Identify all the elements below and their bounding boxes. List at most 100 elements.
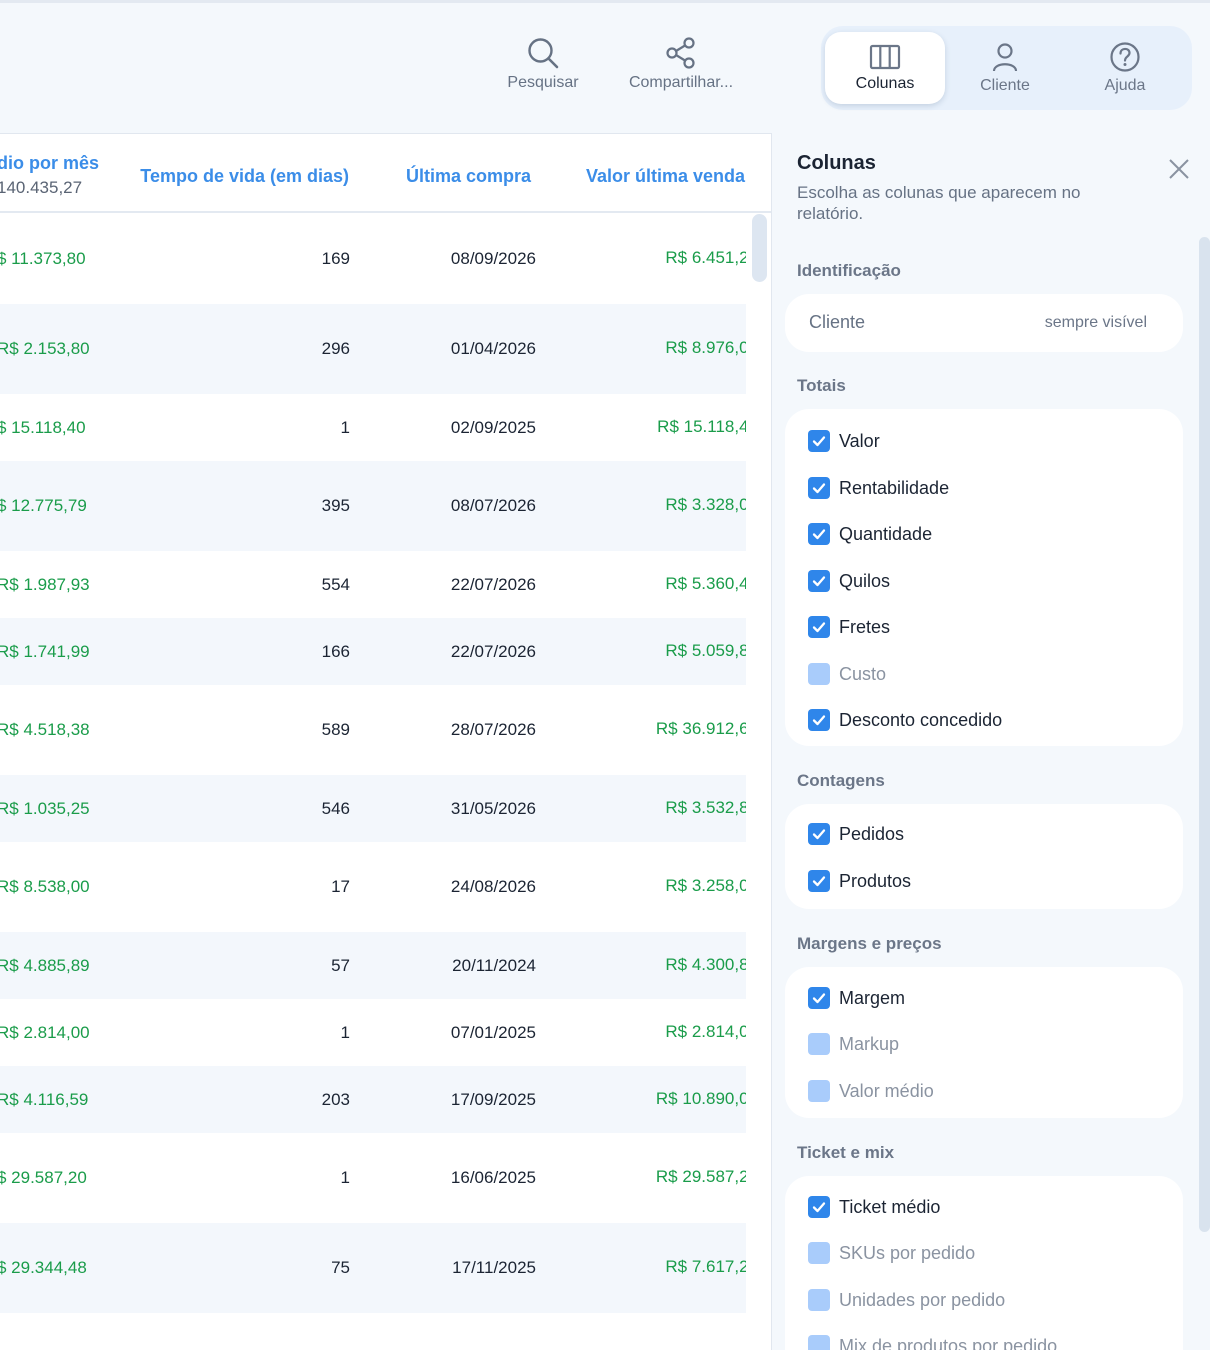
- column-option-label: Mix de produtos por pedido: [839, 1335, 1058, 1350]
- cell-last-sale-value: R$ 36.912,60: [0, 719, 746, 741]
- cell-last-sale-value: R$ 5.360,40: [0, 574, 746, 596]
- checkbox[interactable]: [808, 570, 830, 592]
- close-icon: [1169, 159, 1189, 179]
- search-label: Pesquisar: [507, 74, 579, 91]
- column-option[interactable]: Valor: [808, 429, 880, 453]
- table-row[interactable]: R$ 2.814,00107/01/2025R$ 2.814,00: [0, 999, 746, 1066]
- checkbox[interactable]: [808, 663, 830, 685]
- table-row[interactable]: R$ 1.035,2554631/05/2026R$ 3.532,80: [0, 775, 746, 842]
- panel-scrollbar[interactable]: [1199, 237, 1210, 1232]
- column-option[interactable]: Custo: [808, 662, 886, 686]
- table-row[interactable]: R$ 1.741,9916622/07/2026R$ 5.059,80: [0, 618, 746, 685]
- column-option-label: Fretes: [839, 616, 891, 637]
- table-body: $ 11.373,8016908/09/2026R$ 6.451,20R$ 2.…: [0, 214, 746, 1350]
- column-option[interactable]: Markup: [808, 1032, 899, 1056]
- table-scrollbar[interactable]: [752, 214, 767, 1350]
- column-option[interactable]: Unidades por pedido: [808, 1288, 1005, 1312]
- cell-last-sale-value: R$ 6.451,20: [0, 248, 746, 270]
- cell-last-sale-value: R$ 5.059,80: [0, 641, 746, 663]
- table-row[interactable]: [0, 1313, 746, 1350]
- section-label-ticket: Ticket e mix: [797, 1143, 895, 1162]
- view-help-label: Ajuda: [1104, 77, 1146, 94]
- table-row[interactable]: R$ 2.153,8029601/04/2026R$ 8.976,00: [0, 304, 746, 394]
- column-option-label: Custo: [839, 663, 887, 684]
- checkbox[interactable]: [808, 709, 830, 731]
- cell-last-sale-value-text: R$ 7.617,20: [665, 1257, 746, 1276]
- column-option[interactable]: Valor médio: [808, 1079, 934, 1103]
- share-button[interactable]: Compartilhar...: [620, 36, 742, 92]
- table-scrollbar-thumb[interactable]: [752, 214, 767, 282]
- checkbox[interactable]: [808, 1335, 830, 1350]
- table-row[interactable]: $ 15.118,40102/09/2025R$ 15.118,40: [0, 394, 746, 461]
- cell-last-sale-value: R$ 8.976,00: [0, 338, 746, 360]
- cell-last-sale-value: R$ 10.890,00: [0, 1089, 746, 1111]
- checkbox[interactable]: [808, 1033, 830, 1055]
- table-row[interactable]: $ 11.373,8016908/09/2026R$ 6.451,20: [0, 214, 746, 304]
- cell-last-sale-value-text: R$ 36.912,60: [655, 719, 746, 738]
- view-columns-button[interactable]: Colunas: [825, 32, 945, 104]
- column-option[interactable]: Desconto concedido: [808, 708, 1002, 732]
- cell-last-sale-value-text: R$ 5.059,80: [665, 640, 746, 660]
- table-row[interactable]: $ 29.344,487517/11/2025R$ 7.617,20: [0, 1223, 746, 1313]
- margens-card: Margem Markup Valor médio: [785, 967, 1183, 1118]
- cell-last-sale-value: R$ 3.328,00: [0, 495, 746, 517]
- checkbox[interactable]: [808, 1196, 830, 1218]
- column-option[interactable]: SKUs por pedido: [808, 1241, 975, 1265]
- cell-last-sale-value: R$ 29.587,20: [0, 1167, 746, 1189]
- checkbox[interactable]: [808, 616, 830, 638]
- column-option[interactable]: Pedidos: [808, 822, 904, 846]
- checkbox[interactable]: [808, 1080, 830, 1102]
- table-row[interactable]: R$ 4.116,5920317/09/2025R$ 10.890,00: [0, 1066, 746, 1133]
- view-client-label: Cliente: [980, 77, 1030, 94]
- totais-card: Valor Rentabilidade Quantidade Quilos Fretes…: [785, 409, 1183, 746]
- column-option[interactable]: Quilos: [808, 569, 890, 593]
- section-label-margens: Margens e preços: [797, 934, 942, 953]
- table-row[interactable]: R$ 1.987,9355422/07/2026R$ 5.360,40: [0, 551, 746, 618]
- view-columns-label: Colunas: [855, 75, 915, 92]
- always-visible-note: sempre visível: [1044, 314, 1147, 331]
- column-option-label: Rentabilidade: [839, 477, 950, 498]
- checkbox[interactable]: [808, 870, 830, 892]
- checkbox[interactable]: [808, 477, 830, 499]
- fixed-column-client: Cliente: [809, 312, 866, 332]
- section-label-identificacao: Identificação: [797, 261, 901, 280]
- panel-title: Colunas: [797, 152, 876, 174]
- column-option-label: Quilos: [839, 570, 891, 591]
- search-button[interactable]: Pesquisar: [503, 36, 583, 92]
- share-label: Compartilhar...: [628, 74, 734, 91]
- cell-last-sale-value: R$ 4.300,80: [0, 955, 746, 977]
- checkbox[interactable]: [808, 823, 830, 845]
- checkbox[interactable]: [808, 1289, 830, 1311]
- column-option[interactable]: Fretes: [808, 615, 890, 639]
- table-row[interactable]: R$ 4.518,3858928/07/2026R$ 36.912,60: [0, 685, 746, 775]
- cell-last-sale-value-text: R$ 10.890,00: [655, 1088, 746, 1108]
- view-client-button[interactable]: Cliente: [945, 32, 1065, 104]
- table-row[interactable]: $ 29.587,20116/06/2025R$ 29.587,20: [0, 1133, 746, 1223]
- column-option-label: Valor: [839, 430, 880, 451]
- column-option[interactable]: Margem: [808, 986, 905, 1010]
- column-option-label: Ticket médio: [839, 1196, 941, 1217]
- table-header: dio por mês 140.435,27 Tempo de vida (em…: [0, 134, 771, 213]
- close-panel-button[interactable]: [1168, 158, 1190, 180]
- column-option[interactable]: Mix de produtos por pedido: [808, 1334, 1057, 1350]
- user-icon: [992, 43, 1018, 72]
- column-option[interactable]: Produtos: [808, 869, 911, 893]
- columns-panel: Colunas Escolha as colunas que aparecem …: [773, 133, 1210, 1350]
- checkbox[interactable]: [808, 987, 830, 1009]
- table-row[interactable]: $ 12.775,7939508/07/2026R$ 3.328,00: [0, 461, 746, 551]
- search-icon: [528, 38, 559, 69]
- checkbox[interactable]: [808, 1242, 830, 1264]
- checkbox[interactable]: [808, 430, 830, 452]
- column-option[interactable]: Ticket médio: [808, 1195, 940, 1219]
- cell-last-sale-value-text: R$ 15.118,40: [657, 416, 746, 436]
- column-option[interactable]: Quantidade: [808, 522, 932, 546]
- table-row[interactable]: R$ 8.538,001724/08/2026R$ 3.258,00: [0, 842, 746, 932]
- cell-last-sale-value: R$ 3.532,80: [0, 798, 746, 820]
- header-last-sale-value[interactable]: Valor última venda: [0, 166, 745, 187]
- view-switcher: Colunas Cliente Ajuda: [821, 26, 1192, 110]
- cell-last-sale-value-text: R$ 3.258,00: [665, 876, 746, 895]
- view-help-button[interactable]: Ajuda: [1065, 32, 1185, 104]
- checkbox[interactable]: [808, 523, 830, 545]
- table-row[interactable]: R$ 4.885,895720/11/2024R$ 4.300,80: [0, 932, 746, 999]
- column-option[interactable]: Rentabilidade: [808, 476, 949, 500]
